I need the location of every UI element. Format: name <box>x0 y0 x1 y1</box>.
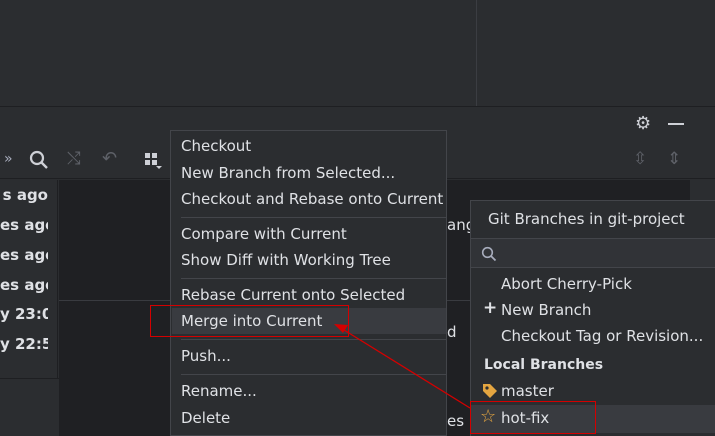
editor-area <box>0 0 715 106</box>
action-checkout-tag-or-revision[interactable]: Checkout Tag or Revision... <box>501 327 703 345</box>
revert-icon[interactable]: ↶ <box>102 150 117 168</box>
gear-icon[interactable]: ⚙ <box>635 115 651 133</box>
branch-search-field[interactable] <box>503 243 703 263</box>
log-time-column: s ago es ago es ago es ago y 23:05 y 22:… <box>0 180 58 378</box>
popup-title: Git Branches in git-project <box>488 210 685 228</box>
log-time: es ago <box>0 246 48 264</box>
plus-icon: + <box>483 298 498 318</box>
menu-separator <box>181 374 446 375</box>
menu-item-delete[interactable]: Delete <box>181 409 230 427</box>
menu-separator <box>181 217 446 218</box>
menu-item-checkout-and-rebase[interactable]: Checkout and Rebase onto Current <box>181 190 443 208</box>
action-abort-cherry-pick[interactable]: Abort Cherry-Pick <box>501 275 632 293</box>
menu-separator <box>181 278 446 279</box>
log-time: s ago <box>2 186 48 204</box>
menu-separator <box>181 339 446 340</box>
details-text-fragment: es <box>447 412 465 430</box>
log-time: y 22:53 <box>0 335 48 353</box>
menu-item-new-branch-from-selected[interactable]: New Branch from Selected... <box>181 164 395 182</box>
editor-divider <box>476 0 477 106</box>
more-chevron-icon[interactable]: » <box>4 152 13 166</box>
cherry-pick-icon[interactable]: ⤭ <box>67 151 81 168</box>
log-time: y 23:05 <box>0 305 48 323</box>
collapse-all-icon[interactable]: ⇕ <box>667 151 681 168</box>
menu-item-compare-with-current[interactable]: Compare with Current <box>181 225 347 243</box>
log-bottom-left <box>0 378 59 436</box>
branch-search-input[interactable] <box>471 238 715 268</box>
branch-master[interactable]: master <box>501 382 554 400</box>
menu-item-rebase-current-onto-selected[interactable]: Rebase Current onto Selected <box>181 286 405 304</box>
log-time: es ago <box>0 276 48 294</box>
minimize-icon[interactable] <box>668 123 684 125</box>
search-icon[interactable] <box>29 150 49 170</box>
annotation-box-merge <box>150 305 349 337</box>
menu-item-push[interactable]: Push... <box>181 347 231 365</box>
annotation-box-hot-fix <box>470 401 596 434</box>
tag-icon <box>482 383 498 399</box>
grid-options-icon[interactable] <box>144 152 162 170</box>
details-text-fragment: d <box>447 323 457 341</box>
expand-all-icon[interactable]: ⇳ <box>633 151 647 168</box>
local-branches-header: Local Branches <box>484 357 604 373</box>
branch-context-menu: Checkout New Branch from Selected... Che… <box>170 130 447 436</box>
search-icon <box>481 246 497 262</box>
log-time: es ago <box>0 216 48 234</box>
menu-item-show-diff[interactable]: Show Diff with Working Tree <box>181 251 391 269</box>
menu-item-checkout[interactable]: Checkout <box>181 137 251 155</box>
action-new-branch[interactable]: New Branch <box>501 301 591 319</box>
menu-item-rename[interactable]: Rename... <box>181 382 257 400</box>
